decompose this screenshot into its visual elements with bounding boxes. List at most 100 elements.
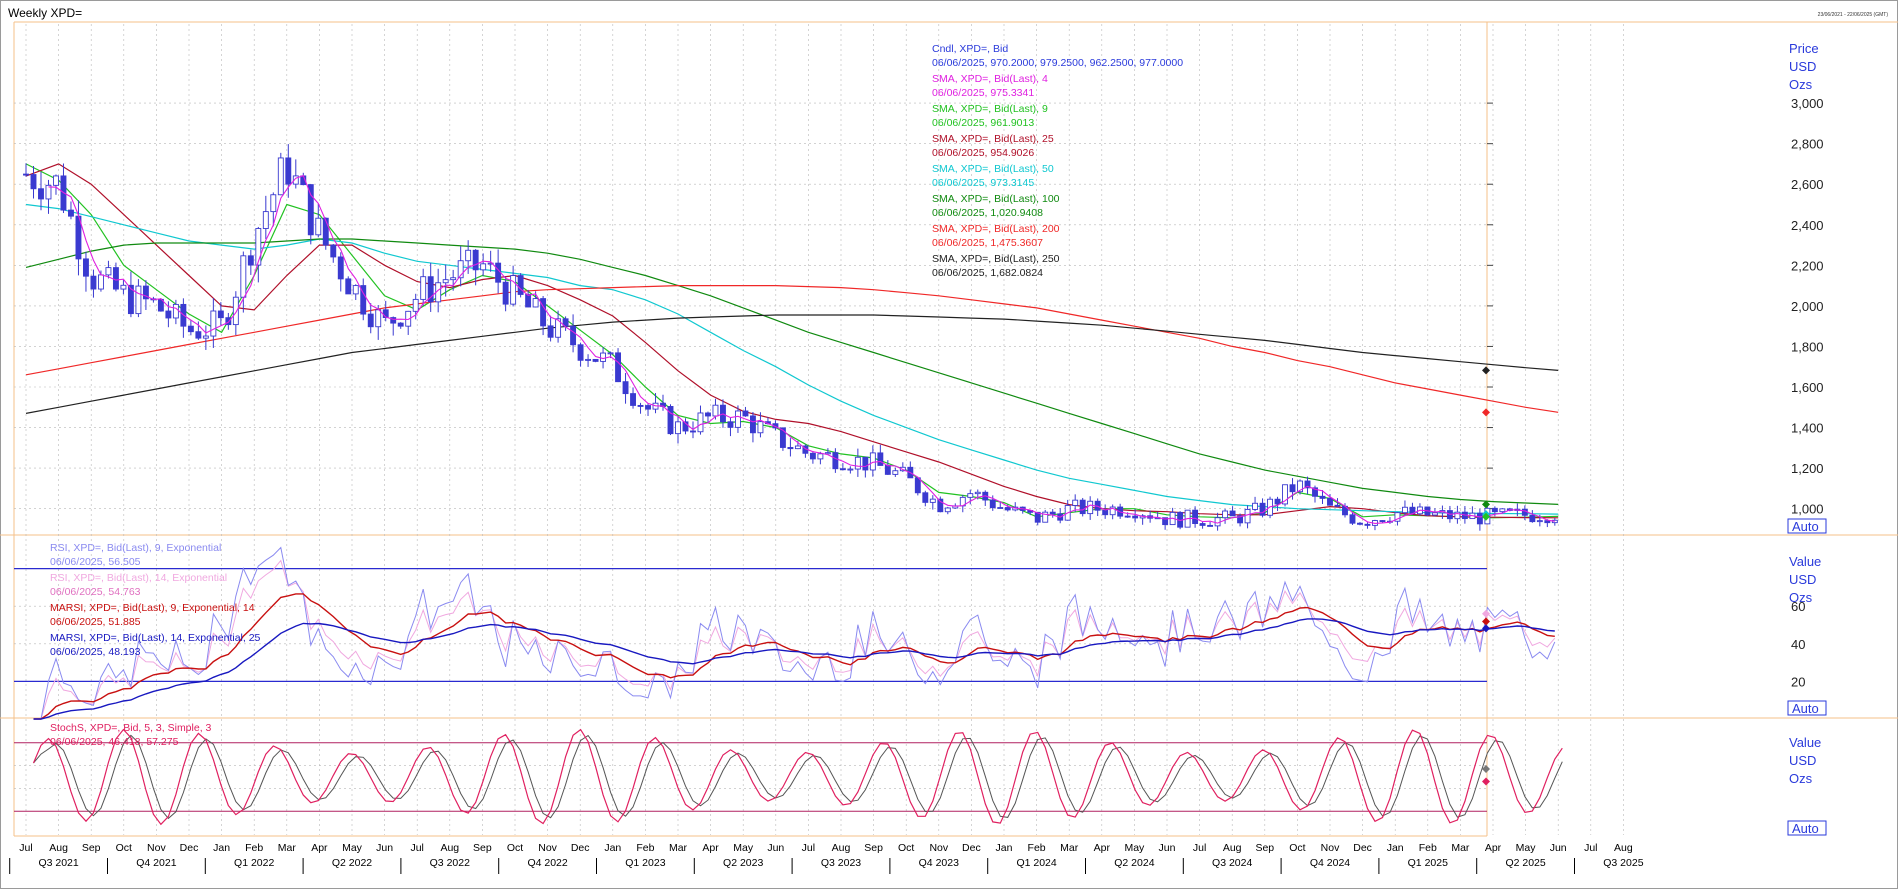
sma-series-line (25, 314, 1559, 414)
price-tick-label: 2,000 (1791, 299, 1824, 314)
candle-body (1521, 508, 1528, 516)
x-month-label: Oct (898, 842, 914, 854)
stoch-auto-button[interactable]: Auto (1787, 820, 1827, 836)
candle-body (862, 456, 869, 471)
candle-body (667, 406, 674, 435)
x-month-label: May (1124, 842, 1145, 854)
candle-body (1334, 504, 1341, 507)
stoch-axis-title: USD (1789, 753, 1816, 768)
candle-body (884, 464, 891, 475)
candle-body (749, 415, 756, 434)
candle-body (622, 381, 629, 395)
price-legend-label: SMA, XPD=, Bid(Last), 250 (932, 253, 1060, 265)
candle-body (967, 493, 974, 498)
x-month-label: Aug (49, 842, 68, 854)
x-quarter-label: Q3 2024 (1212, 857, 1252, 869)
price-legend-label: SMA, XPD=, Bid(Last), 9 (932, 103, 1048, 115)
candle-body (742, 410, 749, 417)
candle-body (1087, 500, 1094, 515)
candle-body (195, 331, 202, 339)
rsi-auto-button[interactable]: Auto (1787, 700, 1827, 716)
sma-series-line (25, 285, 1559, 413)
candle-body (1364, 523, 1371, 526)
price-legend-value: 06/06/2025, 1,682.0824 (932, 267, 1043, 279)
candle-body (412, 298, 419, 312)
candle-body (187, 325, 194, 333)
candle-body (97, 274, 104, 290)
candle-body (1379, 520, 1386, 523)
x-month-label: Dec (1353, 842, 1372, 854)
candle-body (375, 309, 382, 328)
candle-body (869, 452, 876, 471)
price-legend-label: SMA, XPD=, Bid(Last), 25 (932, 133, 1054, 145)
x-month-label: Nov (929, 842, 948, 854)
price-tick-label: 1,600 (1791, 380, 1824, 395)
candle-body (817, 453, 824, 460)
x-month-label: Sep (473, 842, 492, 854)
price-legend-value: 06/06/2025, 1,020.9408 (932, 207, 1043, 219)
candle-body (53, 175, 59, 186)
x-month-label: Aug (440, 842, 459, 854)
rsi-last-value-marker (1482, 609, 1490, 618)
candle-body (839, 468, 846, 471)
stoch-axis-title: Value (1789, 735, 1821, 750)
price-tick-label: 1,200 (1791, 461, 1824, 476)
candle-body (1259, 502, 1266, 516)
candle-body (1214, 517, 1221, 527)
candle-body (525, 294, 532, 308)
candle-body (1327, 497, 1333, 506)
candle-body (330, 244, 337, 258)
x-quarter-label: Q3 2021 (38, 857, 78, 869)
candle-body (202, 335, 209, 339)
x-month-label: Nov (147, 842, 166, 854)
candle-body (989, 499, 996, 509)
price-auto-button[interactable]: Auto (1787, 518, 1827, 534)
x-month-label: Mar (1451, 842, 1470, 854)
candle-body (217, 310, 224, 319)
price-tick-label: 1,000 (1791, 502, 1824, 517)
candle-body (615, 352, 621, 383)
x-quarter-label: Q4 2021 (136, 857, 176, 869)
candle-body (577, 344, 584, 361)
x-quarter-label: Q1 2024 (1016, 857, 1056, 869)
x-quarter-label: Q3 2022 (430, 857, 470, 869)
x-month-label: May (1516, 842, 1537, 854)
x-month-label: Sep (1255, 842, 1274, 854)
candle-body (135, 285, 142, 315)
candle-body (847, 468, 854, 471)
candle-body (585, 358, 592, 361)
x-quarter-label: Q2 2025 (1505, 857, 1545, 869)
x-month-label: Jul (1584, 842, 1597, 854)
candle-body (1004, 507, 1011, 511)
price-legend-value: 06/06/2025, 970.2000, 979.2500, 962.2500… (932, 57, 1183, 69)
candle-body (495, 262, 502, 283)
candle-body (120, 284, 127, 290)
chart-canvas[interactable]: 3,000 2,800 2,600 2,400 2,200 2,000 1,800 1,600… (0, 0, 1898, 889)
x-month-label: Jul (1193, 842, 1206, 854)
price-axis-title: Price (1789, 41, 1819, 56)
x-month-label: Oct (507, 842, 523, 854)
candle-body (735, 410, 741, 428)
x-month-label: Dec (962, 842, 981, 854)
x-month-label: Jan (1387, 842, 1404, 854)
x-month-label: Jun (767, 842, 784, 854)
candle-body (637, 404, 644, 407)
price-legend-value: 06/06/2025, 975.3341 (932, 87, 1034, 99)
x-month-label: May (733, 842, 754, 854)
rsi-axis-title: USD (1789, 572, 1816, 587)
x-quarter-label: Q1 2025 (1408, 857, 1448, 869)
candle-body (83, 258, 89, 277)
candle-body (255, 228, 262, 266)
x-month-label: Jan (213, 842, 230, 854)
candle-body (1319, 495, 1326, 499)
sma-series-line (25, 163, 1559, 519)
x-month-label: Jul (410, 842, 423, 854)
candle-body (315, 217, 322, 236)
candle-body (712, 404, 719, 417)
price-legend-label: SMA, XPD=, Bid(Last), 200 (932, 223, 1060, 235)
candle-body (1476, 512, 1483, 525)
candle-body (1072, 499, 1079, 506)
last-value-marker (1482, 408, 1490, 417)
candle-body (1079, 499, 1086, 515)
candle-body (30, 174, 37, 190)
